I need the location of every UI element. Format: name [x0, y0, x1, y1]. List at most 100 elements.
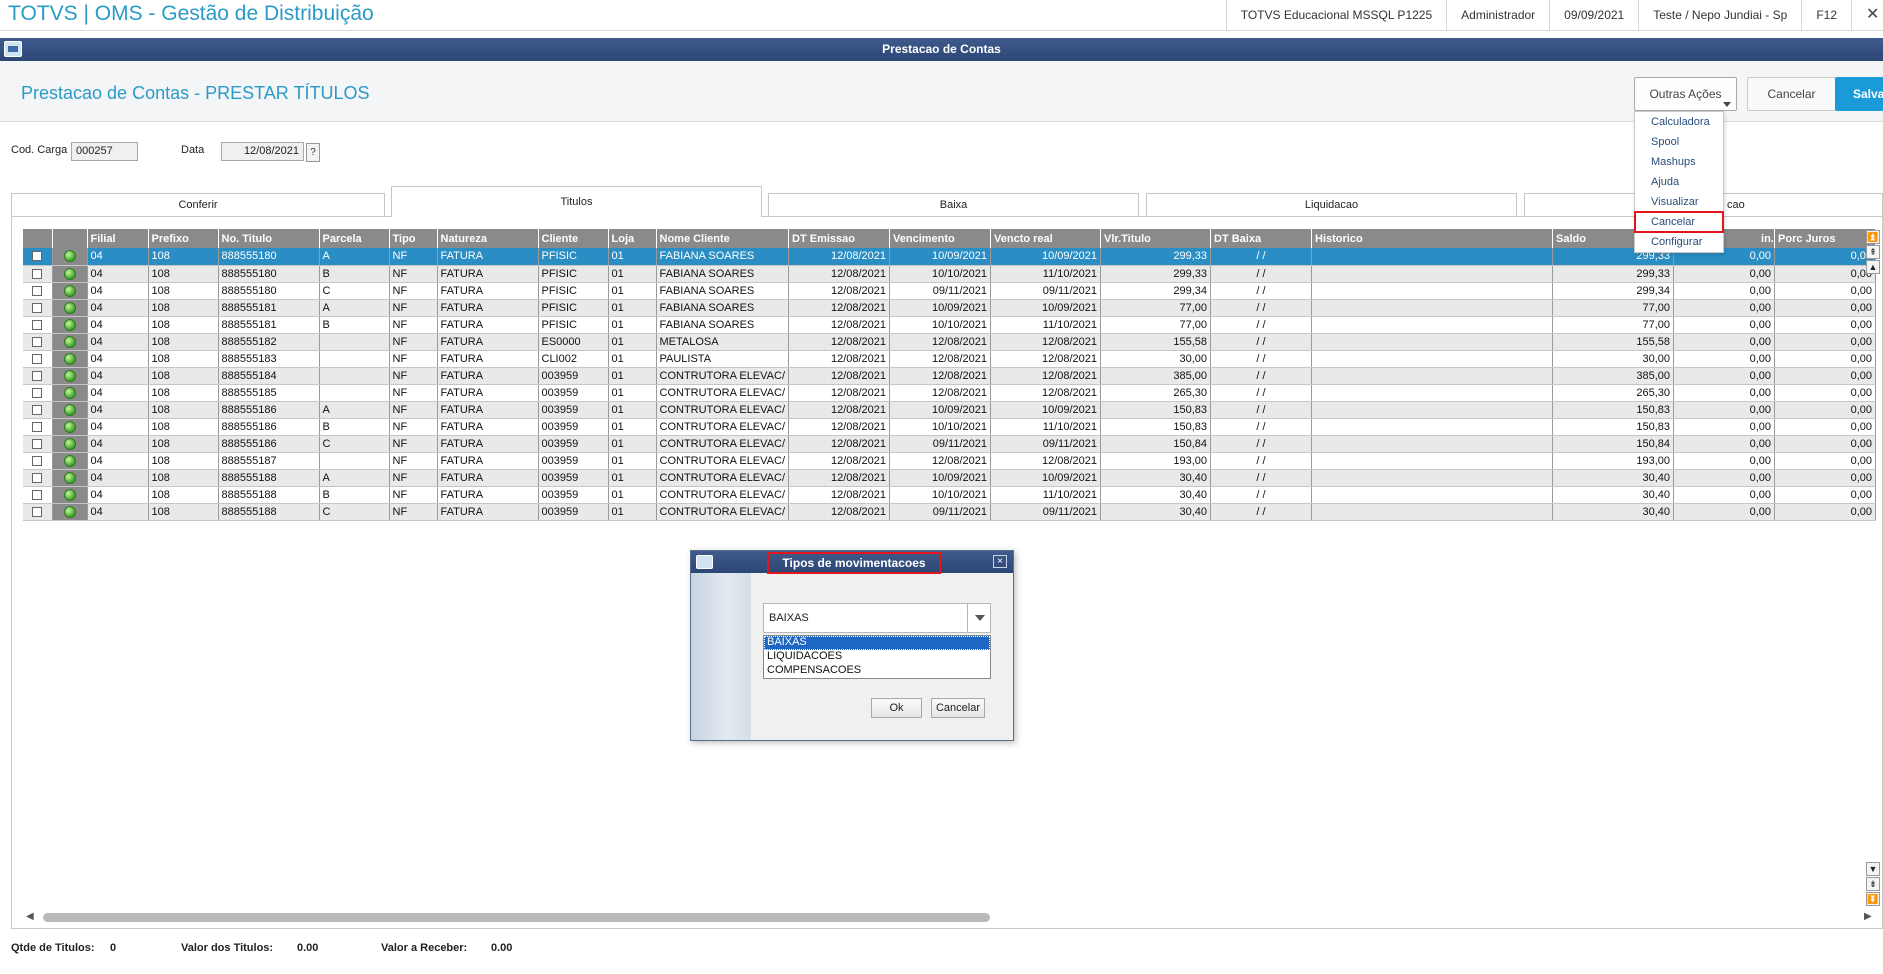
table-cell[interactable]: NF [389, 384, 438, 402]
table-cell[interactable]: 01 [608, 299, 657, 317]
menu-item-cancelar[interactable]: Cancelar [1634, 211, 1724, 233]
table-cell[interactable]: FABIANA SOARES [656, 316, 790, 334]
table-cell[interactable]: 108 [148, 452, 219, 470]
table-cell[interactable]: 10/10/2021 [889, 316, 992, 334]
row-checkbox[interactable] [23, 503, 53, 521]
table-cell[interactable]: / / [1210, 503, 1313, 521]
table-cell[interactable]: 108 [148, 333, 219, 351]
option-compensacoes[interactable]: COMPENSACOES [764, 664, 990, 678]
table-cell[interactable]: NF [389, 401, 438, 419]
table-cell[interactable]: CONTRUTORA ELEVAC/ [656, 418, 790, 436]
table-cell[interactable]: NF [389, 435, 438, 453]
header-tipo[interactable]: Tipo [389, 229, 438, 248]
table-row[interactable]: 04 108 888555188 A NF FATURA 003959 01 CONTRUTOR… [23, 469, 1877, 487]
checkbox-icon[interactable] [32, 455, 43, 466]
row-checkbox[interactable] [23, 435, 53, 453]
table-cell[interactable]: 04 [87, 401, 149, 419]
table-row[interactable]: 04 108 888555186 C NF FATURA 003959 01 CONTRUTOR… [23, 435, 1877, 453]
table-cell[interactable]: 09/11/2021 [990, 435, 1102, 453]
table-cell[interactable]: 0,00 [1673, 435, 1776, 453]
table-cell[interactable]: 003959 [538, 418, 609, 436]
table-cell[interactable]: 12/08/2021 [788, 316, 891, 334]
table-cell[interactable]: 0,00 [1774, 469, 1877, 487]
table-cell[interactable]: 12/08/2021 [990, 452, 1102, 470]
chevron-down-icon[interactable] [967, 603, 991, 633]
table-cell[interactable]: 299,33 [1100, 265, 1212, 283]
table-cell[interactable]: 888555188 [218, 469, 320, 487]
table-cell[interactable]: 12/08/2021 [788, 384, 891, 402]
row-checkbox[interactable] [23, 282, 53, 300]
table-cell[interactable]: 30,40 [1100, 486, 1212, 504]
table-cell[interactable]: NF [389, 248, 438, 266]
scroll-page-up-icon[interactable]: ⇞ [1866, 245, 1880, 259]
table-cell[interactable]: 0,00 [1673, 503, 1776, 521]
table-cell[interactable]: 12/08/2021 [788, 486, 891, 504]
table-cell[interactable]: 108 [148, 265, 219, 283]
table-cell[interactable]: 003959 [538, 469, 609, 487]
table-cell[interactable]: CONTRUTORA ELEVAC/ [656, 401, 790, 419]
table-cell[interactable]: 888555187 [218, 452, 320, 470]
table-cell[interactable]: 30,40 [1100, 503, 1212, 521]
table-cell[interactable]: PFISIC [538, 265, 609, 283]
table-cell[interactable]: 108 [148, 350, 219, 368]
table-row[interactable]: 04 108 888555185 NF FATURA 003959 01 CONTRUTORA… [23, 384, 1877, 402]
table-cell[interactable]: PFISIC [538, 299, 609, 317]
table-cell[interactable]: A [319, 248, 390, 266]
table-cell[interactable] [1311, 282, 1554, 300]
row-checkbox[interactable] [23, 350, 53, 368]
table-cell[interactable]: 150,83 [1552, 418, 1675, 436]
table-cell[interactable] [1311, 384, 1554, 402]
table-cell[interactable]: 04 [87, 469, 149, 487]
row-checkbox[interactable] [23, 367, 53, 385]
table-cell[interactable]: 11/10/2021 [990, 418, 1102, 436]
table-cell[interactable] [1311, 486, 1554, 504]
table-cell[interactable]: 888555180 [218, 248, 320, 266]
table-cell[interactable]: 0,00 [1673, 299, 1776, 317]
table-cell[interactable]: 12/08/2021 [889, 452, 992, 470]
menu-item-ajuda[interactable]: Ajuda [1635, 172, 1723, 192]
table-cell[interactable]: FATURA [437, 299, 539, 317]
table-cell[interactable]: 01 [608, 333, 657, 351]
header-prefixo[interactable]: Prefixo [148, 229, 219, 248]
table-cell[interactable]: 30,40 [1552, 469, 1675, 487]
table-cell[interactable]: 04 [87, 333, 149, 351]
table-row[interactable]: 04 108 888555186 A NF FATURA 003959 01 CONTRUTOR… [23, 401, 1877, 419]
table-cell[interactable]: / / [1210, 418, 1313, 436]
table-cell[interactable]: / / [1210, 367, 1313, 385]
dialog-close-icon[interactable]: × [993, 555, 1007, 568]
table-cell[interactable]: 108 [148, 503, 219, 521]
table-cell[interactable]: 0,00 [1774, 435, 1877, 453]
checkbox-icon[interactable] [32, 421, 43, 432]
table-cell[interactable]: ES0000 [538, 333, 609, 351]
row-checkbox[interactable] [23, 469, 53, 487]
table-cell[interactable]: 04 [87, 384, 149, 402]
table-cell[interactable]: 12/08/2021 [788, 367, 891, 385]
table-cell[interactable]: CONTRUTORA ELEVAC/ [656, 503, 790, 521]
table-cell[interactable]: 09/11/2021 [990, 503, 1102, 521]
option-liquidacoes[interactable]: LIQUIDACOES [764, 650, 990, 664]
header-vlr-titulo[interactable]: Vlr.Titulo [1100, 229, 1212, 248]
row-checkbox[interactable] [23, 452, 53, 470]
table-cell[interactable]: CLI002 [538, 350, 609, 368]
table-cell[interactable]: 77,00 [1552, 299, 1675, 317]
table-row[interactable]: 04 108 888555188 B NF FATURA 003959 01 CONTRUTOR… [23, 486, 1877, 504]
table-cell[interactable] [1311, 333, 1554, 351]
header-vencto-real[interactable]: Vencto real [990, 229, 1102, 248]
table-cell[interactable]: FATURA [437, 418, 539, 436]
table-cell[interactable]: 0,00 [1774, 418, 1877, 436]
table-cell[interactable]: / / [1210, 265, 1313, 283]
table-cell[interactable]: / / [1210, 248, 1313, 266]
table-cell[interactable]: 888555188 [218, 503, 320, 521]
table-cell[interactable]: 12/08/2021 [788, 299, 891, 317]
table-cell[interactable]: 12/08/2021 [990, 350, 1102, 368]
outras-acoes-button[interactable]: Outras Ações [1634, 77, 1737, 111]
table-cell[interactable]: NF [389, 316, 438, 334]
table-cell[interactable]: 09/11/2021 [889, 503, 992, 521]
table-row[interactable]: 04 108 888555186 B NF FATURA 003959 01 CONTRUTOR… [23, 418, 1877, 436]
table-cell[interactable]: 12/08/2021 [889, 350, 992, 368]
table-cell[interactable]: 12/08/2021 [889, 384, 992, 402]
checkbox-icon[interactable] [32, 472, 43, 483]
table-cell[interactable]: FATURA [437, 367, 539, 385]
table-cell[interactable]: 12/08/2021 [990, 384, 1102, 402]
table-cell[interactable]: 108 [148, 486, 219, 504]
